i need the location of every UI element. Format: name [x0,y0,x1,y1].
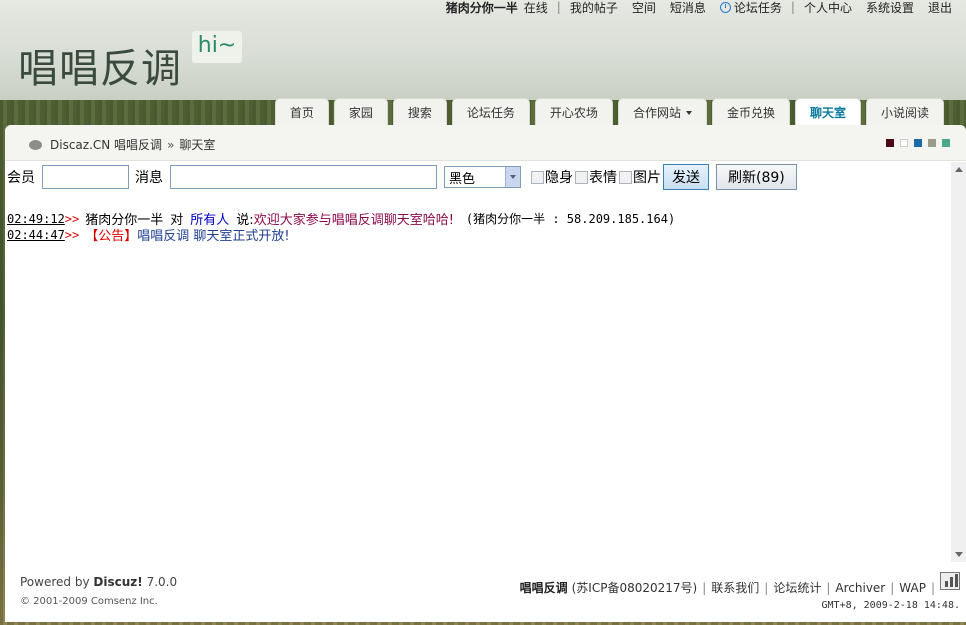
main-panel: Discaz.CN 唱唱反调 » 聊天室 会员 消息 黑色 隐身 表情 图片 发… [5,125,966,622]
tab-tasks[interactable]: 论坛任务 [451,98,530,126]
message-input[interactable] [170,165,437,189]
product-link[interactable]: Discuz! [93,575,142,589]
tab-search[interactable]: 搜索 [392,98,447,126]
checkbox-box [531,170,544,184]
chat-bubble-icon [29,139,42,150]
chevron-down-icon [505,167,520,187]
divider: | [764,580,769,595]
logout-link[interactable]: 退出 [928,0,952,16]
member-label: 会员 [7,170,35,186]
image-checkbox[interactable]: 图片 [619,167,661,187]
divider: | [890,580,895,595]
icp-link[interactable]: (苏ICP备08020217号) [572,579,698,596]
send-button[interactable]: 发送 [663,164,709,190]
footer-site-link[interactable]: 唱唱反调 [520,579,568,596]
product-version: 7.0.0 [146,575,178,589]
member-input[interactable] [42,165,129,189]
checkbox-box [619,170,632,184]
message-time[interactable]: 02:49:12 [7,212,65,226]
scroll-down-icon[interactable] [951,547,966,562]
emoji-label: 表情 [589,170,617,186]
tab-novels[interactable]: 小说阅读 [865,98,944,126]
divider: | [556,0,561,14]
checkbox-box [575,170,588,184]
emoji-checkbox[interactable]: 表情 [575,167,617,187]
my-posts-link[interactable]: 我的帖子 [570,0,618,16]
breadcrumb: Discaz.CN 唱唱反调 » 聊天室 [29,136,215,153]
powered-label: Powered by [20,575,90,589]
tab-home[interactable]: 首页 [274,98,329,126]
contact-link[interactable]: 联系我们 [711,579,759,596]
message-ip: (猪肉分你一半 : 58.209.185.164) [465,212,676,226]
image-label: 图片 [633,170,661,186]
tab-home-space[interactable]: 家园 [333,98,388,126]
message-label: 消息 [135,170,163,186]
tab-farm[interactable]: 开心农场 [534,98,613,126]
server-time: GMT+8, 2009-2-18 14:48. [821,600,960,611]
divider: | [702,580,707,595]
tasks-link[interactable]: 论坛任务 [719,0,782,16]
clock-icon [719,1,731,13]
breadcrumb-current: 聊天室 [179,138,216,152]
tab-gold-exchange[interactable]: 金币兑换 [711,98,790,126]
space-link[interactable]: 空间 [632,0,656,16]
chat-scrollbar[interactable] [951,162,966,562]
chat-messages: 02:49:12 >> 猪肉分你一半 对 所有人 说: 欢迎大家参与唱唱反调聊天… [5,197,951,562]
username[interactable]: 猪肉分你一半 [446,0,518,16]
footer-links: 唱唱反调 (苏ICP备08020217号) | 联系我们 | 论坛统计 | Ar… [520,579,940,596]
chevron-down-icon [685,111,692,115]
site-logo[interactable]: 唱唱反调 [18,36,182,94]
messages-link[interactable]: 短消息 [670,0,706,16]
online-status[interactable]: 在线 [524,0,548,16]
hidden-label: 隐身 [545,170,573,186]
stats-link[interactable]: 论坛统计 [773,579,821,596]
main-nav: 首页 家园 搜索 论坛任务 开心农场 合作网站 金币兑换 聊天室 小说阅读 [274,98,944,126]
divider: | [826,580,831,595]
divider: | [930,580,935,595]
chat-message: 02:44:47 >> 【公告】 唱唱反调 聊天室正式开放! [7,225,290,245]
tab-partners-label: 合作网站 [632,106,681,120]
message-arrow: >> [64,227,80,242]
divider: | [790,0,795,14]
swatch-dark-red[interactable] [886,139,894,147]
user-bar: 猪肉分你一半 在线 | 我的帖子 空间 短消息 论坛任务 | 个人中心 系统设置… [446,0,966,16]
chat-form: 会员 消息 黑色 隐身 表情 图片 发送 刷新(89) [7,162,797,192]
swatch-white[interactable] [900,139,908,147]
scroll-up-icon[interactable] [951,162,966,177]
powered-by: Powered by Discuz! 7.0.0 [20,575,177,589]
notice-tag: 【公告】 [85,229,138,244]
breadcrumb-separator: » [167,137,175,152]
tasks-label: 论坛任务 [733,0,782,15]
breadcrumb-bar: Discaz.CN 唱唱反调 » 聊天室 [5,125,966,161]
swatch-gray[interactable] [928,139,936,147]
color-select[interactable]: 黑色 [444,166,521,188]
style-swatches [886,139,950,147]
message-arrow: >> [64,211,80,226]
wap-link[interactable]: WAP [899,581,926,595]
tab-chatroom[interactable]: 聊天室 [794,98,861,126]
refresh-button[interactable]: 刷新(89) [716,164,797,190]
swatch-blue[interactable] [914,139,922,147]
hidden-checkbox[interactable]: 隐身 [531,167,573,187]
breadcrumb-site[interactable]: Discaz.CN 唱唱反调 [50,136,162,153]
copyright: © 2001-2009 Comsenz Inc. [20,596,158,607]
message-time[interactable]: 02:44:47 [7,228,65,242]
message-content: 唱唱反调 聊天室正式开放! [137,229,290,244]
archiver-link[interactable]: Archiver [835,581,885,595]
color-select-value: 黑色 [449,171,476,187]
tab-partners[interactable]: 合作网站 [617,98,707,126]
swatch-green[interactable] [942,139,950,147]
logo-badge: hi~ [192,31,242,63]
user-center-link[interactable]: 个人中心 [804,0,852,16]
settings-link[interactable]: 系统设置 [866,0,914,16]
footer: Powered by Discuz! 7.0.0 © 2001-2009 Com… [5,565,966,622]
stats-chart-icon[interactable] [940,572,960,590]
